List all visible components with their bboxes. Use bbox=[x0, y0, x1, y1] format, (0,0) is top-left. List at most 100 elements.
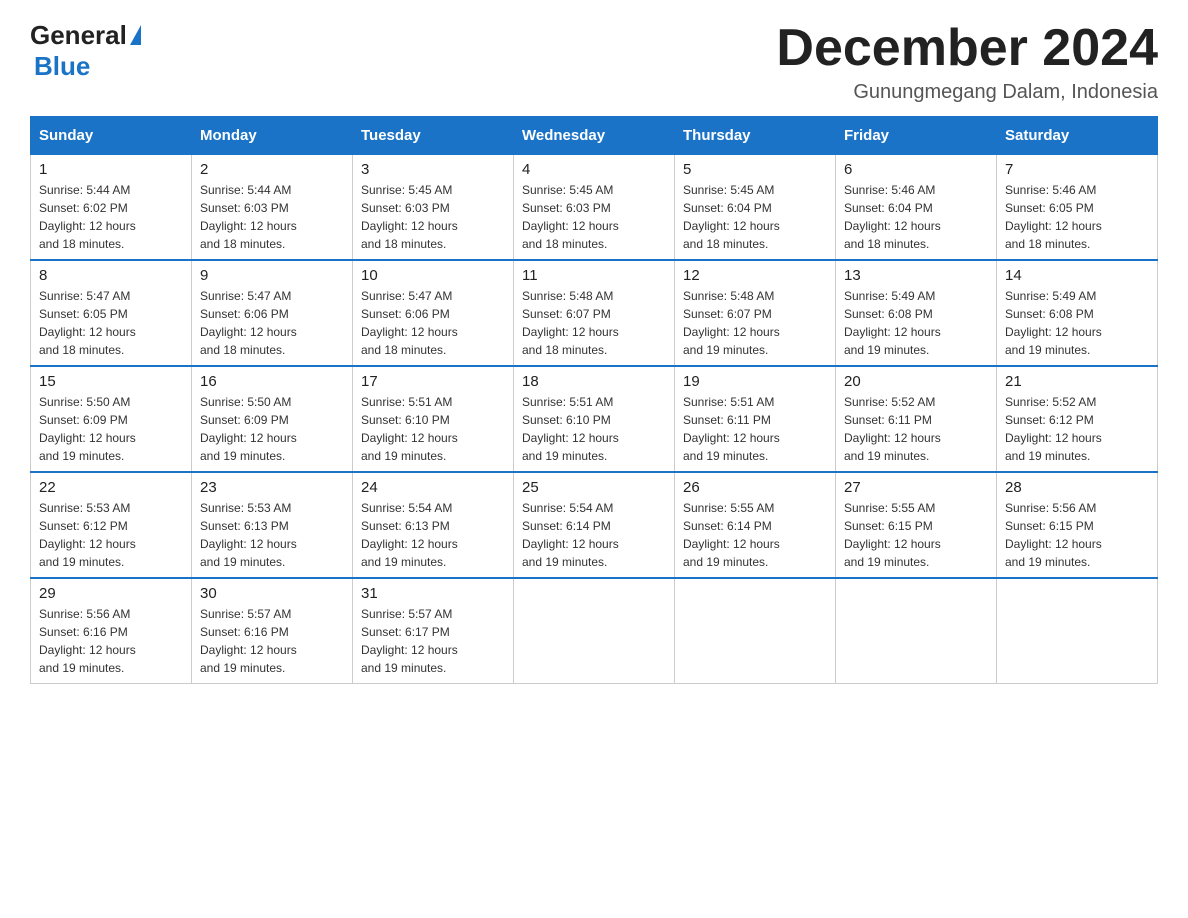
day-info: Sunrise: 5:47 AMSunset: 6:05 PMDaylight:… bbox=[39, 289, 136, 357]
day-info: Sunrise: 5:50 AMSunset: 6:09 PMDaylight:… bbox=[200, 395, 297, 463]
day-info: Sunrise: 5:54 AMSunset: 6:14 PMDaylight:… bbox=[522, 501, 619, 569]
calendar-day-cell: 1 Sunrise: 5:44 AMSunset: 6:02 PMDayligh… bbox=[31, 155, 192, 261]
day-number: 22 bbox=[39, 479, 183, 496]
day-info: Sunrise: 5:51 AMSunset: 6:11 PMDaylight:… bbox=[683, 395, 780, 463]
calendar-day-cell: 13 Sunrise: 5:49 AMSunset: 6:08 PMDaylig… bbox=[836, 260, 997, 366]
calendar-day-cell: 2 Sunrise: 5:44 AMSunset: 6:03 PMDayligh… bbox=[192, 155, 353, 261]
calendar-table: Sunday Monday Tuesday Wednesday Thursday… bbox=[30, 116, 1158, 684]
day-info: Sunrise: 5:57 AMSunset: 6:17 PMDaylight:… bbox=[361, 607, 458, 675]
col-saturday: Saturday bbox=[997, 117, 1158, 155]
page-header: General Blue December 2024 Gunungmegang … bbox=[30, 20, 1158, 104]
calendar-day-cell: 19 Sunrise: 5:51 AMSunset: 6:11 PMDaylig… bbox=[675, 366, 836, 472]
day-info: Sunrise: 5:47 AMSunset: 6:06 PMDaylight:… bbox=[200, 289, 297, 357]
day-number: 17 bbox=[361, 373, 505, 390]
calendar-day-cell: 21 Sunrise: 5:52 AMSunset: 6:12 PMDaylig… bbox=[997, 366, 1158, 472]
day-number: 19 bbox=[683, 373, 827, 390]
calendar-day-cell: 17 Sunrise: 5:51 AMSunset: 6:10 PMDaylig… bbox=[353, 366, 514, 472]
calendar-day-cell: 20 Sunrise: 5:52 AMSunset: 6:11 PMDaylig… bbox=[836, 366, 997, 472]
day-number: 7 bbox=[1005, 161, 1149, 178]
day-number: 21 bbox=[1005, 373, 1149, 390]
day-number: 24 bbox=[361, 479, 505, 496]
logo-general: General bbox=[30, 20, 127, 51]
day-info: Sunrise: 5:52 AMSunset: 6:11 PMDaylight:… bbox=[844, 395, 941, 463]
day-number: 26 bbox=[683, 479, 827, 496]
calendar-day-cell bbox=[675, 578, 836, 684]
day-info: Sunrise: 5:50 AMSunset: 6:09 PMDaylight:… bbox=[39, 395, 136, 463]
day-info: Sunrise: 5:57 AMSunset: 6:16 PMDaylight:… bbox=[200, 607, 297, 675]
day-number: 31 bbox=[361, 585, 505, 602]
day-info: Sunrise: 5:55 AMSunset: 6:14 PMDaylight:… bbox=[683, 501, 780, 569]
calendar-day-cell bbox=[997, 578, 1158, 684]
calendar-day-cell bbox=[836, 578, 997, 684]
day-number: 18 bbox=[522, 373, 666, 390]
day-info: Sunrise: 5:53 AMSunset: 6:13 PMDaylight:… bbox=[200, 501, 297, 569]
calendar-day-cell: 30 Sunrise: 5:57 AMSunset: 6:16 PMDaylig… bbox=[192, 578, 353, 684]
header-row: Sunday Monday Tuesday Wednesday Thursday… bbox=[31, 117, 1158, 155]
logo: General Blue bbox=[30, 20, 141, 82]
day-info: Sunrise: 5:44 AMSunset: 6:02 PMDaylight:… bbox=[39, 183, 136, 251]
day-info: Sunrise: 5:51 AMSunset: 6:10 PMDaylight:… bbox=[522, 395, 619, 463]
calendar-week-row: 29 Sunrise: 5:56 AMSunset: 6:16 PMDaylig… bbox=[31, 578, 1158, 684]
day-number: 23 bbox=[200, 479, 344, 496]
day-info: Sunrise: 5:45 AMSunset: 6:03 PMDaylight:… bbox=[361, 183, 458, 251]
day-number: 10 bbox=[361, 267, 505, 284]
calendar-week-row: 15 Sunrise: 5:50 AMSunset: 6:09 PMDaylig… bbox=[31, 366, 1158, 472]
day-info: Sunrise: 5:48 AMSunset: 6:07 PMDaylight:… bbox=[522, 289, 619, 357]
calendar-day-cell: 14 Sunrise: 5:49 AMSunset: 6:08 PMDaylig… bbox=[997, 260, 1158, 366]
day-number: 30 bbox=[200, 585, 344, 602]
day-number: 5 bbox=[683, 161, 827, 178]
calendar-day-cell: 31 Sunrise: 5:57 AMSunset: 6:17 PMDaylig… bbox=[353, 578, 514, 684]
day-number: 6 bbox=[844, 161, 988, 178]
calendar-day-cell: 11 Sunrise: 5:48 AMSunset: 6:07 PMDaylig… bbox=[514, 260, 675, 366]
day-number: 2 bbox=[200, 161, 344, 178]
calendar-subtitle: Gunungmegang Dalam, Indonesia bbox=[776, 81, 1158, 104]
col-tuesday: Tuesday bbox=[353, 117, 514, 155]
day-info: Sunrise: 5:45 AMSunset: 6:03 PMDaylight:… bbox=[522, 183, 619, 251]
day-info: Sunrise: 5:52 AMSunset: 6:12 PMDaylight:… bbox=[1005, 395, 1102, 463]
calendar-day-cell: 4 Sunrise: 5:45 AMSunset: 6:03 PMDayligh… bbox=[514, 155, 675, 261]
calendar-day-cell: 29 Sunrise: 5:56 AMSunset: 6:16 PMDaylig… bbox=[31, 578, 192, 684]
calendar-day-cell: 22 Sunrise: 5:53 AMSunset: 6:12 PMDaylig… bbox=[31, 472, 192, 578]
day-number: 16 bbox=[200, 373, 344, 390]
calendar-day-cell: 16 Sunrise: 5:50 AMSunset: 6:09 PMDaylig… bbox=[192, 366, 353, 472]
day-info: Sunrise: 5:56 AMSunset: 6:16 PMDaylight:… bbox=[39, 607, 136, 675]
day-info: Sunrise: 5:46 AMSunset: 6:05 PMDaylight:… bbox=[1005, 183, 1102, 251]
day-number: 4 bbox=[522, 161, 666, 178]
day-number: 25 bbox=[522, 479, 666, 496]
calendar-day-cell: 9 Sunrise: 5:47 AMSunset: 6:06 PMDayligh… bbox=[192, 260, 353, 366]
day-info: Sunrise: 5:51 AMSunset: 6:10 PMDaylight:… bbox=[361, 395, 458, 463]
calendar-day-cell: 25 Sunrise: 5:54 AMSunset: 6:14 PMDaylig… bbox=[514, 472, 675, 578]
calendar-day-cell: 7 Sunrise: 5:46 AMSunset: 6:05 PMDayligh… bbox=[997, 155, 1158, 261]
day-number: 8 bbox=[39, 267, 183, 284]
day-info: Sunrise: 5:46 AMSunset: 6:04 PMDaylight:… bbox=[844, 183, 941, 251]
calendar-day-cell: 26 Sunrise: 5:55 AMSunset: 6:14 PMDaylig… bbox=[675, 472, 836, 578]
day-info: Sunrise: 5:54 AMSunset: 6:13 PMDaylight:… bbox=[361, 501, 458, 569]
day-number: 15 bbox=[39, 373, 183, 390]
day-number: 13 bbox=[844, 267, 988, 284]
day-number: 20 bbox=[844, 373, 988, 390]
day-info: Sunrise: 5:48 AMSunset: 6:07 PMDaylight:… bbox=[683, 289, 780, 357]
day-number: 27 bbox=[844, 479, 988, 496]
day-info: Sunrise: 5:53 AMSunset: 6:12 PMDaylight:… bbox=[39, 501, 136, 569]
col-thursday: Thursday bbox=[675, 117, 836, 155]
day-number: 28 bbox=[1005, 479, 1149, 496]
calendar-title-area: December 2024 Gunungmegang Dalam, Indone… bbox=[776, 20, 1158, 104]
col-wednesday: Wednesday bbox=[514, 117, 675, 155]
day-number: 12 bbox=[683, 267, 827, 284]
calendar-day-cell: 6 Sunrise: 5:46 AMSunset: 6:04 PMDayligh… bbox=[836, 155, 997, 261]
calendar-day-cell: 8 Sunrise: 5:47 AMSunset: 6:05 PMDayligh… bbox=[31, 260, 192, 366]
logo-triangle-icon bbox=[130, 25, 141, 45]
day-number: 29 bbox=[39, 585, 183, 602]
calendar-day-cell: 15 Sunrise: 5:50 AMSunset: 6:09 PMDaylig… bbox=[31, 366, 192, 472]
calendar-day-cell: 27 Sunrise: 5:55 AMSunset: 6:15 PMDaylig… bbox=[836, 472, 997, 578]
calendar-day-cell: 3 Sunrise: 5:45 AMSunset: 6:03 PMDayligh… bbox=[353, 155, 514, 261]
day-info: Sunrise: 5:47 AMSunset: 6:06 PMDaylight:… bbox=[361, 289, 458, 357]
calendar-day-cell: 10 Sunrise: 5:47 AMSunset: 6:06 PMDaylig… bbox=[353, 260, 514, 366]
day-number: 14 bbox=[1005, 267, 1149, 284]
col-monday: Monday bbox=[192, 117, 353, 155]
calendar-day-cell: 18 Sunrise: 5:51 AMSunset: 6:10 PMDaylig… bbox=[514, 366, 675, 472]
day-info: Sunrise: 5:49 AMSunset: 6:08 PMDaylight:… bbox=[1005, 289, 1102, 357]
day-info: Sunrise: 5:44 AMSunset: 6:03 PMDaylight:… bbox=[200, 183, 297, 251]
day-number: 9 bbox=[200, 267, 344, 284]
calendar-week-row: 1 Sunrise: 5:44 AMSunset: 6:02 PMDayligh… bbox=[31, 155, 1158, 261]
